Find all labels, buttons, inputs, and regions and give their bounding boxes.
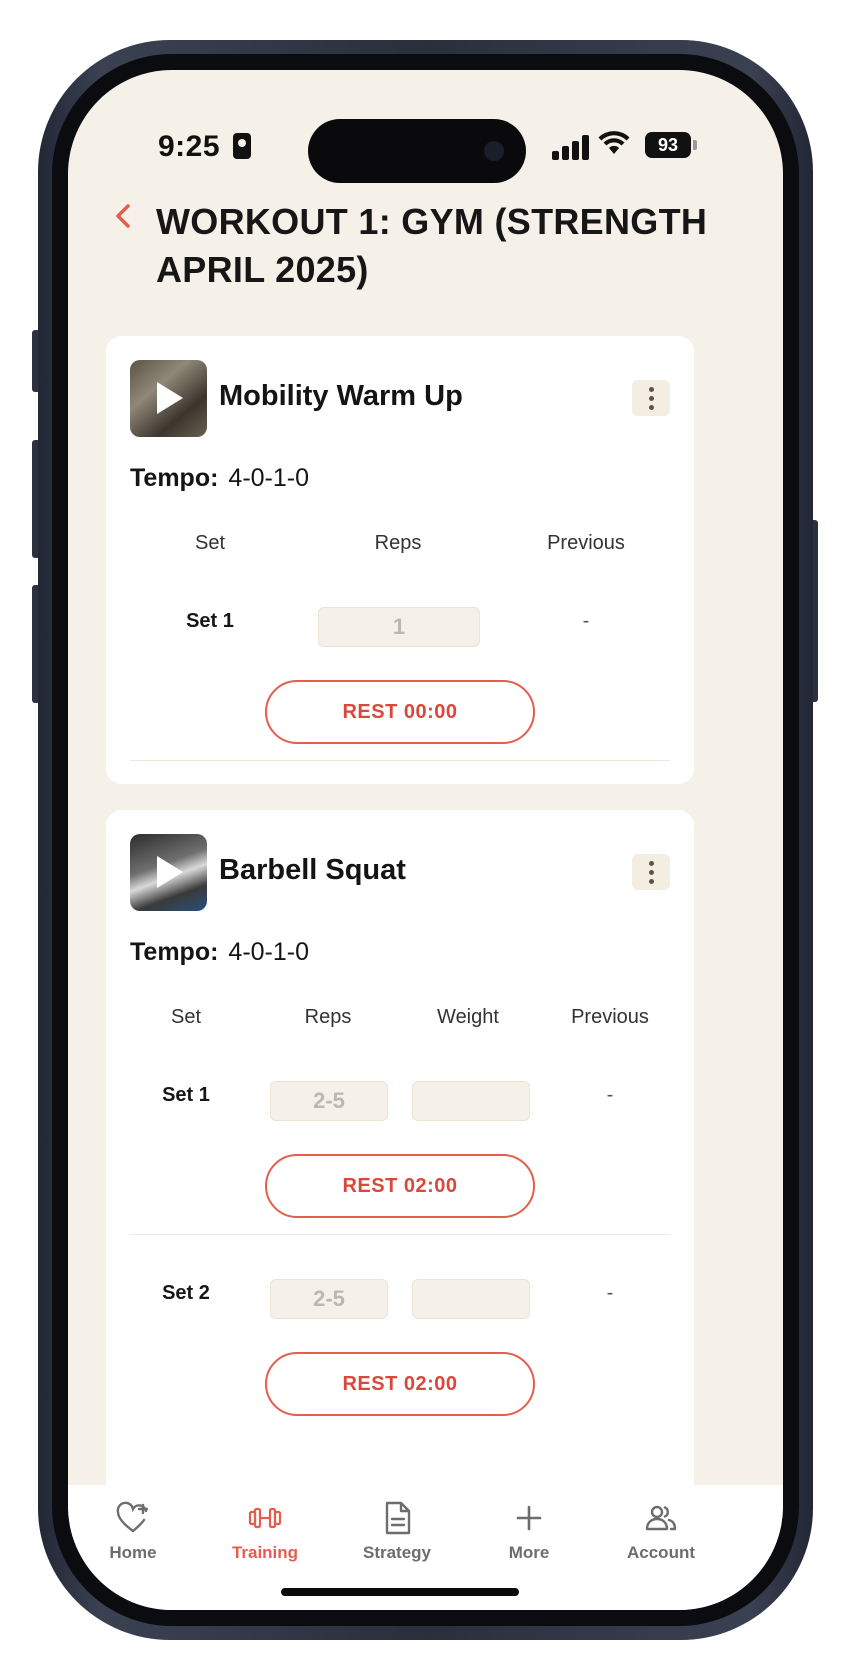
tempo-label: Tempo: <box>130 938 219 966</box>
nav-label: Account <box>627 1543 695 1562</box>
battery-indicator: 93 <box>645 132 691 158</box>
column-header-weight: Weight <box>437 1006 499 1028</box>
status-time: 9:25 <box>158 130 221 163</box>
wifi-icon <box>598 131 630 154</box>
tempo-value: 4-0-1-0 <box>228 464 310 492</box>
weight-input[interactable] <box>412 1081 530 1121</box>
back-button[interactable] <box>108 198 144 234</box>
nav-label: Strategy <box>362 1543 432 1562</box>
heart-plus-icon <box>116 1501 149 1533</box>
column-header-previous: Previous <box>547 532 625 554</box>
tempo-value: 4-0-1-0 <box>228 938 310 966</box>
camera-icon <box>484 141 504 161</box>
set-label: Set 2 <box>162 1282 210 1304</box>
contact-badge-icon <box>233 133 251 159</box>
exercise-card-mobility: Mobility Warm Up Tempo: 4-0-1-0 Set Reps … <box>106 336 694 784</box>
battery-tip <box>693 140 697 150</box>
reps-input[interactable]: 2-5 <box>270 1279 388 1319</box>
dumbbell-icon <box>248 1507 282 1529</box>
tempo-label: Tempo: <box>130 464 219 492</box>
play-icon <box>157 382 183 414</box>
app-screen: 9:25 93 WORKOUT 1: GYM (STRENGTH APRIL 2… <box>68 70 783 1610</box>
phone-frame: 9:25 93 WORKOUT 1: GYM (STRENGTH APRIL 2… <box>38 40 813 1640</box>
document-icon <box>385 1501 411 1535</box>
bottom-navigation: Home Training Strategy More Account <box>68 1485 783 1610</box>
rest-timer-button[interactable]: REST 02:00 <box>265 1154 535 1218</box>
page-title: WORKOUT 1: GYM (STRENGTH APRIL 2025) <box>156 201 708 290</box>
exercise-name: Barbell Squat <box>219 854 406 886</box>
exercise-video-thumbnail[interactable] <box>130 360 207 437</box>
previous-value: - <box>582 610 590 632</box>
divider <box>130 1234 670 1235</box>
exercise-options-button[interactable] <box>632 854 670 890</box>
column-header-set: Set <box>194 532 226 554</box>
reps-input[interactable]: 2-5 <box>270 1081 388 1121</box>
chevron-left-icon <box>116 204 130 228</box>
exercise-options-button[interactable] <box>632 380 670 416</box>
rest-timer-button[interactable]: REST 02:00 <box>265 1352 535 1416</box>
column-header-reps: Reps <box>374 532 422 554</box>
nav-label: Training <box>231 1543 299 1562</box>
set-label: Set 1 <box>162 1084 210 1106</box>
dynamic-island <box>308 119 526 183</box>
more-vertical-icon <box>648 860 654 866</box>
nav-item-training[interactable]: Training <box>210 1499 320 1563</box>
divider <box>130 760 670 761</box>
exercise-video-thumbnail[interactable] <box>130 834 207 911</box>
users-icon <box>645 1505 677 1531</box>
phone-bezel: 9:25 93 WORKOUT 1: GYM (STRENGTH APRIL 2… <box>52 54 799 1626</box>
previous-value: - <box>606 1282 614 1304</box>
set-label: Set 1 <box>186 610 234 632</box>
nav-item-home[interactable]: Home <box>78 1499 188 1563</box>
home-indicator <box>281 1588 519 1596</box>
exercise-card-barbell-squat: Barbell Squat Tempo: 4-0-1-0 Set Reps Wei… <box>106 810 694 1530</box>
reps-input[interactable]: 1 <box>318 607 480 647</box>
nav-label: Home <box>109 1543 157 1562</box>
column-header-set: Set <box>170 1006 202 1028</box>
column-header-reps: Reps <box>304 1006 352 1028</box>
previous-value: - <box>606 1084 614 1106</box>
more-vertical-icon <box>648 386 654 392</box>
tempo: Tempo: 4-0-1-0 <box>130 464 309 493</box>
tempo: Tempo: 4-0-1-0 <box>130 938 309 967</box>
plus-icon <box>516 1505 542 1531</box>
signal-icon <box>552 134 592 160</box>
nav-item-account[interactable]: Account <box>606 1499 716 1563</box>
nav-item-strategy[interactable]: Strategy <box>342 1499 452 1563</box>
exercise-name: Mobility Warm Up <box>219 380 463 412</box>
rest-timer-button[interactable]: REST 00:00 <box>265 680 535 744</box>
nav-item-more[interactable]: More <box>474 1499 584 1563</box>
nav-label: More <box>508 1543 550 1562</box>
column-header-previous: Previous <box>571 1006 649 1028</box>
play-icon <box>157 856 183 888</box>
weight-input[interactable] <box>412 1279 530 1319</box>
